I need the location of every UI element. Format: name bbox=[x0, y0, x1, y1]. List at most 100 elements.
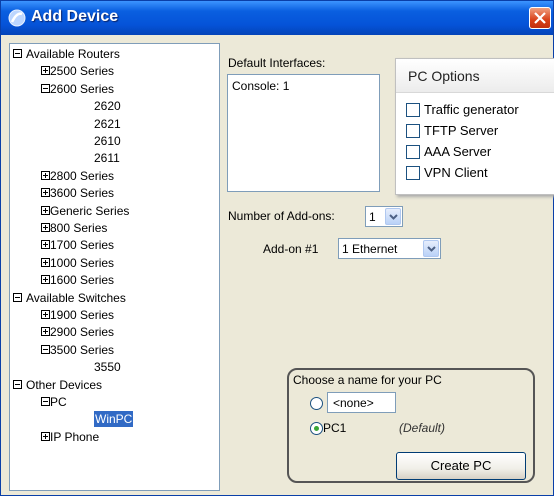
tree-item-label: 3600 Series bbox=[50, 186, 115, 201]
tree-item[interactable]: 1000 Series bbox=[10, 255, 219, 271]
tree-item[interactable]: 2611 bbox=[10, 150, 219, 166]
tree-item-label: 2800 Series bbox=[50, 168, 115, 183]
window-title: Add Device bbox=[31, 8, 119, 25]
tree-item-label: 3550 bbox=[94, 360, 121, 375]
expand-plus-icon[interactable] bbox=[41, 188, 50, 198]
tree-item-label: Available Switches bbox=[26, 290, 126, 305]
expand-plus-icon[interactable] bbox=[41, 240, 50, 250]
collapse-minus-icon[interactable] bbox=[13, 292, 22, 302]
traffic-generator-label: Traffic generator bbox=[424, 102, 519, 117]
tree-item[interactable]: 3550 bbox=[10, 359, 219, 375]
aaa-server-label: AAA Server bbox=[424, 144, 492, 159]
tree-item-label: 2621 bbox=[94, 116, 121, 131]
add-device-window: Add Device Available Routers 2500 Series 2… bbox=[0, 0, 554, 496]
collapse-minus-icon[interactable] bbox=[41, 83, 50, 93]
tree-item[interactable]: 2600 Series bbox=[10, 81, 219, 97]
addon1-value: 1 Ethernet bbox=[342, 242, 398, 256]
tree-item-label: 1700 Series bbox=[50, 238, 115, 253]
tree-item[interactable]: 3600 Series bbox=[10, 185, 219, 201]
create-pc-button[interactable]: Create PC bbox=[396, 452, 526, 480]
tree-item-label: 2610 bbox=[94, 134, 121, 148]
tree-item[interactable]: Generic Series bbox=[10, 203, 219, 219]
tree-item-label: 1600 Series bbox=[50, 273, 115, 288]
tftp-server-label: TFTP Server bbox=[424, 123, 499, 138]
tree-item-label: 1000 Series bbox=[50, 255, 115, 270]
tree-item-label: 2900 Series bbox=[50, 325, 115, 340]
custom-name-input[interactable]: <none> bbox=[327, 392, 396, 413]
pc-name-group: Choose a name for your PC <none> PC1 (De… bbox=[287, 368, 535, 483]
expand-plus-icon[interactable] bbox=[41, 310, 50, 319]
addon1-dropdown-button[interactable] bbox=[423, 240, 439, 257]
tree-item[interactable]: IP Phone bbox=[10, 429, 219, 445]
pc-name-group-title: Choose a name for your PC bbox=[293, 373, 442, 387]
default-interfaces-label: Default Interfaces: bbox=[228, 56, 326, 70]
default-interfaces-box: Console: 1 bbox=[227, 74, 380, 192]
expand-plus-icon[interactable] bbox=[41, 66, 50, 76]
expand-plus-icon[interactable] bbox=[41, 170, 50, 180]
pc-options-panel: PC Options Traffic generator TFTP Server… bbox=[395, 58, 554, 195]
traffic-generator-checkbox[interactable] bbox=[406, 103, 420, 117]
title-bar[interactable]: Add Device bbox=[1, 1, 553, 35]
tree-item[interactable]: 2610 bbox=[10, 133, 219, 149]
collapse-minus-icon[interactable] bbox=[13, 49, 22, 58]
tree-item-label: 2500 Series bbox=[50, 64, 115, 79]
tree-item[interactable]: 3500 Series bbox=[10, 342, 219, 358]
addon-count-select[interactable]: 1 bbox=[365, 206, 403, 227]
close-button[interactable] bbox=[529, 7, 551, 29]
tree-item-label: IP Phone bbox=[50, 429, 100, 444]
addon-count-label: Number of Add-ons: bbox=[228, 209, 335, 223]
tree-item[interactable]: 2500 Series bbox=[10, 63, 219, 79]
device-tree[interactable]: Available Routers 2500 Series 2600 Series 2… bbox=[9, 43, 220, 491]
pc-options-title: PC Options bbox=[408, 68, 480, 84]
addon1-select[interactable]: 1 Ethernet bbox=[338, 238, 441, 259]
tree-item[interactable]: WinPC bbox=[10, 411, 219, 428]
addon-count-value: 1 bbox=[369, 210, 376, 224]
tree-item-label: Available Routers bbox=[26, 47, 120, 61]
tree-item[interactable]: 1700 Series bbox=[10, 237, 219, 253]
expand-plus-icon[interactable] bbox=[41, 205, 50, 215]
collapse-minus-icon[interactable] bbox=[13, 379, 22, 389]
tree-item-label: 2620 bbox=[94, 99, 121, 114]
custom-name-value: <none> bbox=[333, 396, 374, 410]
tree-item[interactable]: 1600 Series bbox=[10, 272, 219, 288]
tree-item[interactable]: 2621 bbox=[10, 116, 219, 132]
chevron-down-icon bbox=[389, 214, 398, 220]
tree-item-label: Other Devices bbox=[26, 377, 103, 392]
tree-item[interactable]: Available Routers bbox=[10, 46, 219, 62]
default-note: (Default) bbox=[399, 421, 446, 435]
tree-item[interactable]: 2620 bbox=[10, 98, 219, 114]
collapse-minus-icon[interactable] bbox=[41, 344, 50, 354]
tftp-server-checkbox[interactable] bbox=[406, 124, 420, 138]
tree-item-label: Generic Series bbox=[50, 203, 130, 218]
custom-name-radio[interactable] bbox=[310, 397, 323, 410]
tree-item[interactable]: PC bbox=[10, 394, 219, 410]
tree-item[interactable]: 2800 Series bbox=[10, 168, 219, 184]
expand-plus-icon[interactable] bbox=[41, 257, 50, 267]
collapse-minus-icon[interactable] bbox=[41, 397, 50, 406]
expand-plus-icon[interactable] bbox=[41, 275, 50, 285]
default-name-label: PC1 bbox=[323, 421, 347, 435]
tree-item-label: 800 Series bbox=[50, 221, 108, 235]
tree-item-label: 1900 Series bbox=[50, 308, 115, 322]
close-icon bbox=[534, 12, 546, 24]
chevron-down-icon bbox=[427, 246, 436, 252]
tree-item[interactable]: Available Switches bbox=[10, 290, 219, 306]
tree-item-label: 2611 bbox=[94, 151, 120, 166]
tree-item-label: WinPC bbox=[94, 411, 134, 428]
tree-item[interactable]: Other Devices bbox=[10, 377, 219, 393]
aaa-server-checkbox[interactable] bbox=[406, 145, 420, 159]
tree-item[interactable]: 800 Series bbox=[10, 220, 219, 236]
tree-item-label: 3500 Series bbox=[50, 342, 115, 357]
vpn-client-label: VPN Client bbox=[424, 165, 488, 180]
tree-item[interactable]: 1900 Series bbox=[10, 307, 219, 323]
addon1-label: Add-on #1 bbox=[263, 242, 319, 256]
app-icon bbox=[8, 9, 26, 27]
vpn-client-checkbox[interactable] bbox=[406, 166, 420, 180]
tree-item[interactable]: 2900 Series bbox=[10, 324, 219, 340]
expand-plus-icon[interactable] bbox=[41, 223, 50, 232]
addon-count-dropdown-button[interactable] bbox=[385, 208, 401, 225]
expand-plus-icon[interactable] bbox=[41, 327, 50, 337]
expand-plus-icon[interactable] bbox=[41, 431, 50, 441]
default-name-radio[interactable] bbox=[310, 422, 323, 435]
default-interfaces-value: Console: 1 bbox=[232, 79, 290, 93]
